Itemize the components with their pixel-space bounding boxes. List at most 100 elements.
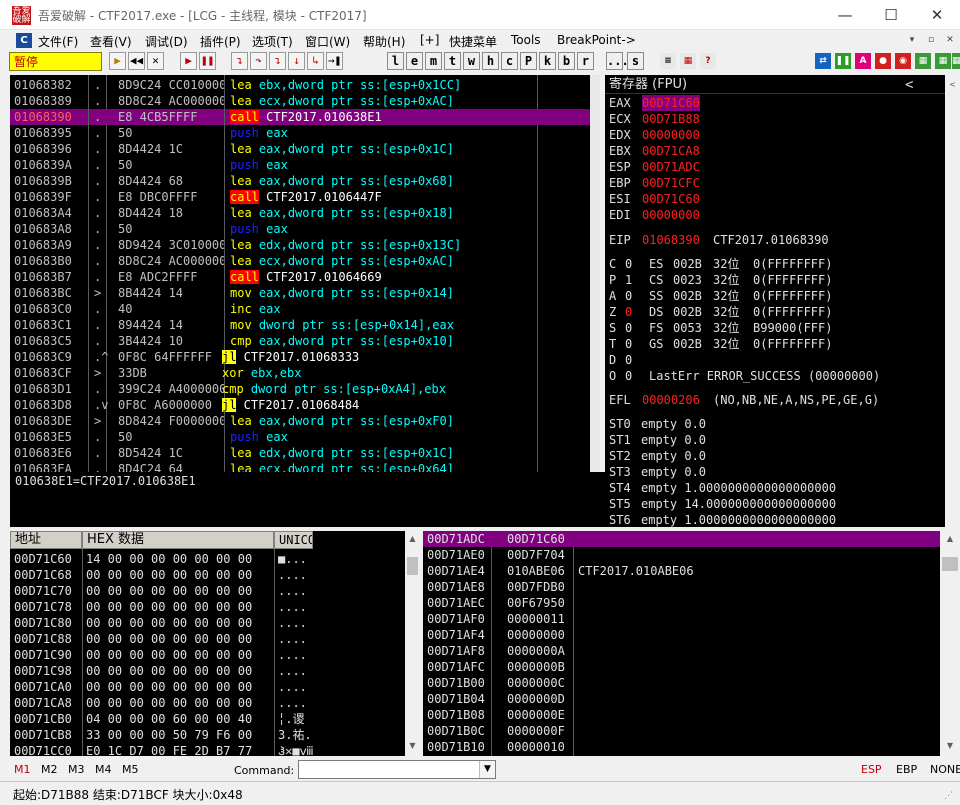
disasm-row[interactable]: 01068390. E8 4CB5FFFF call CTF2017.010638E…	[10, 109, 600, 125]
dump-tab-m3[interactable]: M3	[68, 763, 85, 776]
flag-value[interactable]: 0	[625, 256, 632, 272]
registers-nav-icon[interactable]: <	[945, 77, 960, 93]
registers-prev-icon[interactable]: <	[905, 77, 913, 93]
disasm-row[interactable]: 010683D8 .v 0F8C A6000000 jl CTF2017.010684…	[10, 397, 600, 413]
menu-item-3[interactable]: 插件(P)	[200, 33, 241, 50]
toolbar-window-e-button[interactable]: e	[406, 52, 423, 70]
disasm-row[interactable]: 010683C0. 40 inc eax	[10, 301, 600, 317]
swap-icon[interactable]: ⇄	[815, 53, 831, 69]
stack-follow-none[interactable]: NONE	[930, 763, 960, 776]
menu-item-2[interactable]: 调试(D)	[145, 33, 188, 50]
toolbar-window-t-button[interactable]: t	[444, 52, 461, 70]
disasm-row[interactable]: 01068396. 8D4424 1C lea eax,dword ptr ss:[…	[10, 141, 600, 157]
grid-plugin-3-icon[interactable]: ▦	[952, 53, 960, 69]
execute-till-return-icon[interactable]: ↳	[307, 52, 324, 70]
menu-item-10[interactable]: BreakPoint->	[557, 33, 636, 47]
toolbar-window-l-button[interactable]: l	[387, 52, 404, 70]
toolbar-window-s-button[interactable]: s	[627, 52, 644, 70]
menu-item-1[interactable]: 查看(V)	[90, 33, 132, 50]
stack-value[interactable]: 0000000C	[507, 675, 565, 691]
dump-scrollbar[interactable]: ▲ ▼	[405, 531, 420, 756]
close-program-icon[interactable]: ✕	[147, 52, 164, 70]
flag-value[interactable]: 0	[625, 304, 632, 320]
toolbar-window-w-button[interactable]: w	[463, 52, 480, 70]
grid-icon[interactable]: ▦	[680, 53, 696, 69]
toolbar-window-h-button[interactable]: h	[482, 52, 499, 70]
step-into-icon[interactable]: ↴	[231, 52, 248, 70]
go-to-icon[interactable]: →❚	[326, 52, 343, 70]
disasm-row[interactable]: 010683EA. 8D4C24 64 lea ecx,dword ptr ss:[…	[10, 461, 600, 472]
pause-icon[interactable]: ❚❚	[199, 52, 216, 70]
open-icon[interactable]: ▶	[109, 52, 126, 70]
flag-value[interactable]: 0	[625, 352, 632, 368]
stack-value[interactable]: 010ABE06	[507, 563, 565, 579]
disasm-row[interactable]: 010683E5. 50 push eax	[10, 429, 600, 445]
register-efl-value[interactable]: 00000206	[642, 392, 700, 408]
stack-value[interactable]: 0000000B	[507, 659, 565, 675]
toolbar-window-k-button[interactable]: k	[539, 52, 556, 70]
disassembly-scrollbar[interactable]	[590, 75, 600, 472]
menu-item-4[interactable]: 选项(T)	[252, 33, 293, 50]
disasm-row[interactable]: 010683E6. 8D5424 1C lea edx,dword ptr ss:[…	[10, 445, 600, 461]
disasm-row[interactable]: 010683C1. 894424 14 mov dword ptr ss:[esp+…	[10, 317, 600, 333]
flag-value[interactable]: 0	[625, 288, 632, 304]
register-eip-value[interactable]: 01068390	[642, 232, 700, 248]
register-ebp-value[interactable]: 00D71CFC	[642, 175, 700, 191]
stack-value[interactable]: 0000000E	[507, 707, 565, 723]
disasm-row[interactable]: 01068395. 50 push eax	[10, 125, 600, 141]
trace-into-icon[interactable]: ↴	[269, 52, 286, 70]
disasm-row[interactable]: 010683B7. E8 ADC2FFFF call CTF2017.0106466…	[10, 269, 600, 285]
stack-value[interactable]: 00000011	[507, 611, 565, 627]
stack-value[interactable]: 0000000F	[507, 723, 565, 739]
record-icon[interactable]: ●	[875, 53, 891, 69]
resize-grip-icon[interactable]: ⋰	[944, 790, 956, 802]
stack-value[interactable]: 00F67950	[507, 595, 565, 611]
disasm-row[interactable]: 010683C9 .^ 0F8C 64FFFFFF jl CTF2017.010683…	[10, 349, 600, 365]
stack-value[interactable]: 00D7F704	[507, 547, 565, 563]
maximize-button[interactable]: ☐	[868, 0, 914, 30]
disasm-row[interactable]: 010683A4. 8D4424 18 lea eax,dword ptr ss:[…	[10, 205, 600, 221]
register-eax-value[interactable]: 00D71C60	[642, 95, 700, 111]
registers-scrollbar[interactable]: <	[945, 75, 960, 527]
disasm-row[interactable]: 0106839A. 50 push eax	[10, 157, 600, 173]
register-esp-value[interactable]: 00D71ADC	[642, 159, 700, 175]
dump-column-address[interactable]: 地址	[10, 531, 82, 549]
dump-tab-m2[interactable]: M2	[41, 763, 58, 776]
disasm-row[interactable]: 010683A8. 50 push eax	[10, 221, 600, 237]
disasm-row[interactable]: 010683D1. 399C24 A4000000 cmp dword ptr ss…	[10, 381, 600, 397]
stack-follow-esp[interactable]: ESP	[861, 763, 882, 776]
disasm-row[interactable]: 010683C5. 3B4424 10 cmp eax,dword ptr ss:[…	[10, 333, 600, 349]
flag-value[interactable]: 1	[625, 272, 632, 288]
flag-value[interactable]: 0	[625, 320, 632, 336]
disassembly-pane[interactable]: 01068382. 8D9C24 CC010000 lea ebx,dword pt…	[10, 75, 600, 472]
command-input[interactable]: ▼	[298, 760, 496, 779]
menu-item-9[interactable]: Tools	[511, 33, 541, 47]
menu-item-7[interactable]: [+]	[420, 33, 439, 47]
trace-over-icon[interactable]: ↓	[288, 52, 305, 70]
flag-value[interactable]: 0	[625, 336, 632, 352]
menu-item-5[interactable]: 窗口(W)	[305, 33, 350, 50]
registers-pane[interactable]: 寄存器 (FPU) < EAX 00D71C60 ECX 00D71B88 EDX 000…	[605, 75, 945, 527]
disasm-row[interactable]: 010683BC >8B4424 14 mov eax,dword ptr ss:[…	[10, 285, 600, 301]
mdi-minimize-icon[interactable]: ▾	[905, 34, 919, 46]
disasm-row[interactable]: 010683DE >8D8424 F0000000 lea eax,dword pt…	[10, 413, 600, 429]
help-icon[interactable]: ?	[700, 53, 716, 69]
register-edx-value[interactable]: 00000000	[642, 127, 700, 143]
flag-value[interactable]: 0	[625, 368, 632, 384]
register-ecx-value[interactable]: 00D71B88	[642, 111, 700, 127]
toolbar-window-more-button[interactable]: ...	[606, 52, 629, 70]
mdi-close-icon[interactable]: ✕	[943, 34, 957, 46]
step-over-icon[interactable]: ↷	[250, 52, 267, 70]
toolbar-window-m-button[interactable]: m	[425, 52, 442, 70]
command-dropdown-icon[interactable]: ▼	[479, 761, 495, 778]
stack-follow-ebp[interactable]: EBP	[896, 763, 917, 776]
stack-value[interactable]: 00000010	[507, 739, 565, 755]
restart-icon[interactable]: ◀◀	[128, 52, 145, 70]
menu-item-0[interactable]: 文件(F)	[38, 33, 78, 50]
disasm-row[interactable]: 010683CF >33DB xor ebx,ebx	[10, 365, 600, 381]
stack-value[interactable]: 00D71C60	[507, 531, 565, 547]
stack-value[interactable]: 00D7FDB0	[507, 579, 565, 595]
grid-plugin-icon[interactable]: ▦	[915, 53, 931, 69]
menu-item-6[interactable]: 帮助(H)	[363, 33, 405, 50]
disasm-row[interactable]: 01068382. 8D9C24 CC010000 lea ebx,dword pt…	[10, 77, 600, 93]
